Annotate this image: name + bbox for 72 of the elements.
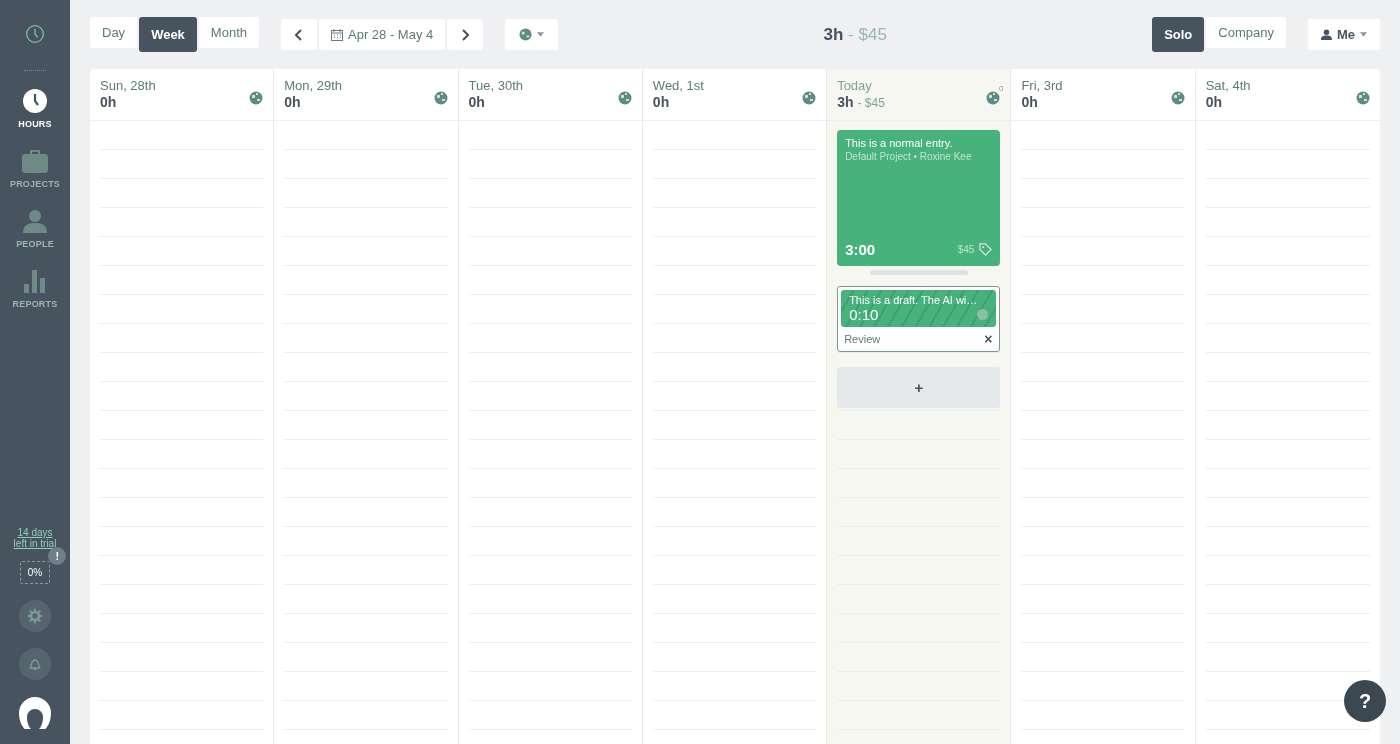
add-entry-button[interactable]: +: [837, 367, 1001, 408]
globe-icon: [519, 28, 533, 41]
briefcase-icon: [22, 149, 48, 173]
alert-badge: !: [48, 547, 67, 565]
avatar-icon[interactable]: [18, 696, 52, 730]
scope-tab[interactable]: Company: [1206, 17, 1286, 48]
day-hours: 0h: [652, 94, 670, 110]
nav-item[interactable]: REPORTS: [12, 269, 58, 309]
nav-item[interactable]: PEOPLE: [16, 209, 54, 249]
clock-icon: [23, 89, 47, 113]
total-amount: - $45: [848, 24, 887, 44]
day-label: Sat, 4th: [1205, 78, 1251, 93]
entry-duration: 3:00: [845, 241, 876, 258]
trial-link[interactable]: 14 days left in trial: [11, 527, 59, 549]
day-hours: 0h: [1021, 94, 1038, 110]
person-icon: [22, 209, 48, 233]
globe-icon[interactable]: [433, 91, 448, 105]
entry-meta: Default Project • Roxine Kee: [845, 151, 973, 162]
scope-tab[interactable]: Solo: [1152, 17, 1205, 52]
notifications-button[interactable]: [19, 648, 51, 680]
bell-icon: [27, 656, 43, 672]
bar-chart-icon: [23, 269, 47, 293]
globe-icon[interactable]: [249, 91, 264, 105]
person-icon: [1320, 29, 1332, 40]
chevron-left-icon: [295, 28, 303, 41]
day-label: Wed, 1st: [652, 78, 704, 93]
draft-entry-card[interactable]: This is a draft. The AI wi… 0:10 Review ×: [837, 286, 1001, 352]
calendar-icon: [331, 28, 343, 41]
entry-title: This is a normal entry.: [845, 137, 954, 149]
review-link[interactable]: Review: [844, 333, 881, 345]
globe-icon[interactable]: [802, 91, 817, 105]
entry-title: This is a draft. The AI wi…: [849, 294, 979, 306]
resize-handle[interactable]: [869, 270, 968, 275]
day-hours: 0h: [284, 94, 301, 110]
day-hours: 0h: [100, 94, 117, 110]
settings-icon: [27, 608, 43, 624]
previous-button[interactable]: [281, 19, 317, 50]
tag-icon: [979, 243, 993, 256]
filter-dropdown[interactable]: [505, 19, 559, 50]
view-tab[interactable]: Day: [90, 17, 138, 48]
day-hours: 3h: [837, 94, 854, 110]
dismiss-button[interactable]: ×: [984, 332, 993, 346]
day-label: Fri, 3rd: [1021, 78, 1063, 93]
day-label: Today: [837, 78, 873, 93]
day-label: Sun, 28th: [100, 78, 156, 93]
globe-icon[interactable]: [617, 91, 632, 105]
day-hours: 0h: [468, 94, 485, 110]
view-tab[interactable]: Week: [139, 17, 197, 52]
day-label: Mon, 29th: [284, 78, 343, 93]
count-label: 0: [998, 84, 1004, 93]
total-hours: 3h: [823, 24, 844, 44]
progress-indicator[interactable]: 0%: [19, 561, 51, 584]
chevron-right-icon: [461, 28, 470, 41]
clock-logo-icon: [25, 24, 45, 44]
status-dot: [977, 309, 989, 320]
entry-amount: $45: [957, 244, 975, 255]
nav-item[interactable]: PROJECTS: [9, 149, 61, 189]
user-dropdown[interactable]: Me: [1307, 19, 1380, 50]
caret-icon: [1360, 32, 1367, 37]
next-button[interactable]: [447, 19, 484, 50]
nav-item[interactable]: HOURS: [18, 89, 52, 129]
entry-duration: 0:10: [849, 306, 879, 323]
globe-icon[interactable]: [1170, 91, 1185, 105]
date-range-button[interactable]: Apr 28 - May 4: [319, 19, 446, 50]
globe-icon[interactable]: [1356, 91, 1370, 105]
view-tab[interactable]: Month: [198, 17, 259, 48]
day-label: Tue, 30th: [468, 78, 523, 93]
settings-button[interactable]: [19, 600, 51, 632]
day-hours: 0h: [1205, 94, 1223, 110]
globe-icon[interactable]: [986, 91, 1001, 105]
caret-icon: [537, 32, 545, 37]
day-amount: - $45: [857, 96, 885, 110]
